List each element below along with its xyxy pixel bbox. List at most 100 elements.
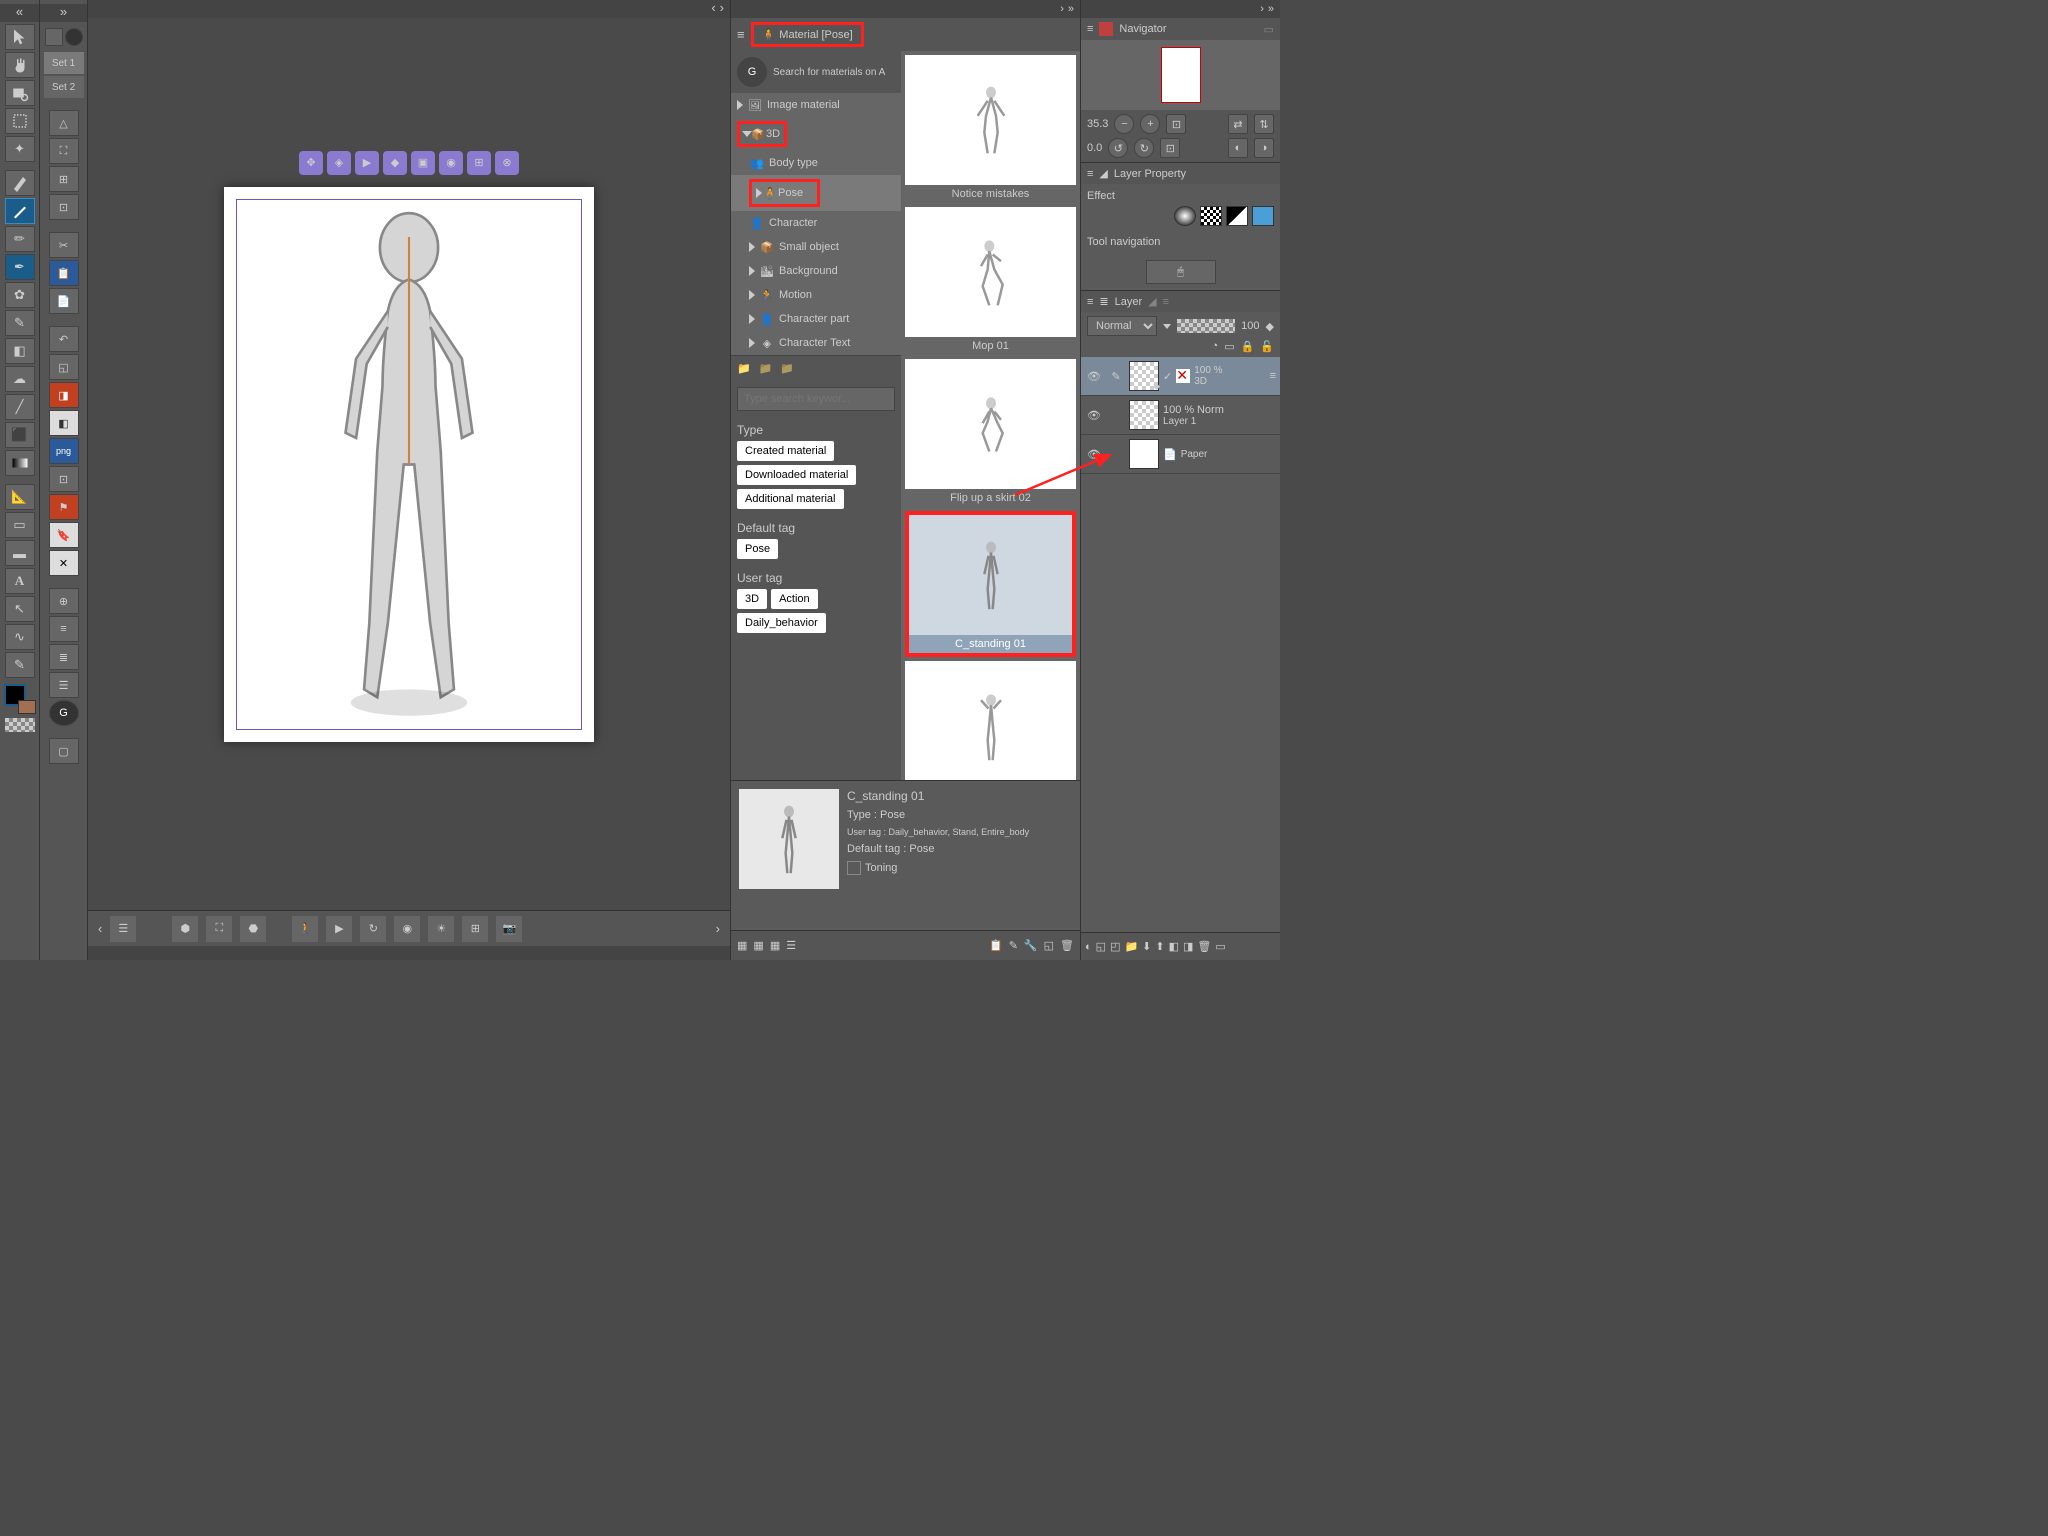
new-folder-icon[interactable]: 📁 xyxy=(1124,940,1138,953)
subtool-clear[interactable]: ◨ xyxy=(49,382,79,408)
operation-tool[interactable] xyxy=(5,80,35,106)
3d-figure[interactable] xyxy=(237,200,581,729)
new-raster-icon[interactable]: ◱ xyxy=(1096,940,1106,953)
layer-1[interactable]: 👁 100 % Norm Layer 1 xyxy=(1081,396,1280,435)
frame-icon[interactable]: ⛶ xyxy=(206,916,232,942)
select-tool[interactable] xyxy=(5,24,35,50)
panel-icon-2[interactable] xyxy=(65,28,83,46)
tabs-icon[interactable]: ▭ xyxy=(1264,23,1274,36)
reset-icon[interactable]: ⊗ xyxy=(495,151,519,175)
opacity-slider[interactable] xyxy=(1177,319,1235,333)
assets-logo[interactable]: G xyxy=(737,57,767,87)
wand-tool[interactable]: ✦ xyxy=(5,136,35,162)
tree-body-type[interactable]: 👥Body type xyxy=(731,151,901,175)
drop-icon[interactable]: ⬣ xyxy=(240,916,266,942)
mask-icon[interactable]: ▭ xyxy=(1224,340,1234,353)
subtool-layers3[interactable]: ☰ xyxy=(49,672,79,698)
lock-transparent-icon[interactable]: 🔒 xyxy=(1241,340,1255,353)
dot-tool[interactable]: ✎ xyxy=(5,652,35,678)
move-camera-icon[interactable]: ✥ xyxy=(299,151,323,175)
detail-view-icon[interactable]: ☰ xyxy=(786,939,796,952)
pill-created[interactable]: Created material xyxy=(737,441,834,461)
chevron-right-icon[interactable]: › xyxy=(720,0,724,18)
canvas-paper[interactable]: ✥ ◈ ▶ ◆ ▣ ◉ ⊞ ⊗ xyxy=(224,187,594,742)
rotate-object-icon[interactable]: ◉ xyxy=(439,151,463,175)
chevron-left-icon[interactable]: ‹ xyxy=(711,0,715,18)
zoom-out-button[interactable]: − xyxy=(1114,114,1134,134)
pill-downloaded[interactable]: Downloaded material xyxy=(737,465,856,485)
tree-motion[interactable]: 🏃Motion xyxy=(731,283,901,307)
effect-border[interactable] xyxy=(1174,206,1196,226)
subtool-up[interactable]: △ xyxy=(49,110,79,136)
pill-3d[interactable]: 3D xyxy=(737,589,767,609)
frame-tool[interactable]: ▭ xyxy=(5,512,35,538)
softeraser-tool[interactable]: ⬛ xyxy=(5,422,35,448)
list-view-icon[interactable]: ▦ xyxy=(737,939,747,952)
subtool-scissors[interactable]: ✂ xyxy=(49,232,79,258)
marquee-tool[interactable] xyxy=(5,108,35,134)
visibility-icon[interactable]: 👁 xyxy=(1085,406,1103,424)
subtool-paste[interactable]: 📄 xyxy=(49,288,79,314)
thumb-mop[interactable]: Mop 01 xyxy=(905,207,1076,355)
menu-icon[interactable]: ≡ xyxy=(1087,296,1093,308)
menu-icon[interactable]: ≡ xyxy=(1087,168,1093,180)
move-object-icon[interactable]: ▣ xyxy=(411,151,435,175)
pose-next-icon[interactable]: ▶ xyxy=(326,916,352,942)
chevrons-right-icon[interactable]: » xyxy=(1068,3,1074,15)
subtool-close[interactable]: ✕ xyxy=(49,550,79,576)
double-icon[interactable]: ▭ xyxy=(1215,940,1225,953)
tree-character[interactable]: 👤Character xyxy=(731,211,901,235)
chevrons-right-icon[interactable]: » xyxy=(1268,3,1274,15)
horizontal-scrollbar[interactable] xyxy=(88,946,730,960)
scale-icon[interactable]: ⊞ xyxy=(467,151,491,175)
decoration-tool[interactable]: ✿ xyxy=(5,282,35,308)
half-icon[interactable]: ◐ xyxy=(1085,941,1092,953)
canvas-viewport[interactable]: ✥ ◈ ▶ ◆ ▣ ◉ ⊞ ⊗ xyxy=(88,18,730,910)
cube-icon[interactable]: ◉ xyxy=(394,916,420,942)
pill-daily[interactable]: Daily_behavior xyxy=(737,613,826,633)
layer-tab-icon[interactable]: ◢ xyxy=(1148,295,1156,308)
subtool-grid[interactable]: ⊞ xyxy=(49,166,79,192)
tree-pose-highlighted[interactable]: 🧍Pose xyxy=(731,175,901,211)
reset-rotation-button[interactable]: ⊡ xyxy=(1160,138,1180,158)
camera-icon[interactable]: 📷 xyxy=(496,916,522,942)
airbrush-tool[interactable]: ✒ xyxy=(5,254,35,280)
text-tool[interactable]: A xyxy=(5,568,35,594)
thumb-lay-down[interactable]: Lay down xyxy=(905,661,1076,780)
thumb-c-standing-highlighted[interactable]: C_standing 01 xyxy=(905,511,1076,657)
subtool-layers2[interactable]: ≣ xyxy=(49,644,79,670)
flip-h-button[interactable]: ⇄ xyxy=(1228,114,1248,134)
merge-icon[interactable]: ⬆ xyxy=(1155,940,1164,953)
tool-nav-button[interactable]: 🖱 xyxy=(1146,260,1216,284)
layer-paper[interactable]: 👁 📄 Paper xyxy=(1081,435,1280,474)
pose-person-icon[interactable]: 🚶 xyxy=(292,916,318,942)
mask-create-icon[interactable]: ◧ xyxy=(1169,940,1179,953)
subtool-fill[interactable]: ◧ xyxy=(49,410,79,436)
subtool-newlayer[interactable]: ◱ xyxy=(49,354,79,380)
folder-icon[interactable]: 📁 xyxy=(737,362,751,375)
new-icon[interactable]: ◱ xyxy=(1044,939,1054,952)
apply-mask-icon[interactable]: ◨ xyxy=(1183,940,1193,953)
keyword-search-input[interactable] xyxy=(737,387,895,411)
rotate-camera-icon[interactable]: ◈ xyxy=(327,151,351,175)
grid-small-icon[interactable]: ▦ xyxy=(753,939,763,952)
subtool-png[interactable]: png xyxy=(49,438,79,464)
toning-checkbox[interactable] xyxy=(847,861,861,875)
subtool-collapse[interactable]: » xyxy=(40,4,87,22)
zoom-in-button[interactable]: + xyxy=(1140,114,1160,134)
brush-tool[interactable]: ✏ xyxy=(5,226,35,252)
layer-3d[interactable]: 👁 ✎ ◆ ✓ ✕ 100 % 3D ≡ xyxy=(1081,357,1280,396)
ground-icon[interactable]: ⬢ xyxy=(172,916,198,942)
correction-tool[interactable]: ∿ xyxy=(5,624,35,650)
effect-tone[interactable] xyxy=(1200,206,1222,226)
background-color[interactable] xyxy=(18,700,36,714)
tree-3d-highlighted[interactable]: 📦3D xyxy=(731,117,901,151)
new-vector-icon[interactable]: ◰ xyxy=(1110,940,1120,953)
chevron-right-icon[interactable]: › xyxy=(1260,3,1264,15)
eyedropper-tool[interactable]: ↖ xyxy=(5,596,35,622)
thumb-notice-mistakes[interactable]: Notice mistakes xyxy=(905,55,1076,203)
line-tool[interactable]: ╱ xyxy=(5,394,35,420)
delete-icon[interactable]: 🗑 xyxy=(1060,939,1074,952)
edit-icon[interactable]: ✎ xyxy=(1009,939,1018,952)
lock-icon[interactable]: 🔓 xyxy=(1260,340,1274,353)
